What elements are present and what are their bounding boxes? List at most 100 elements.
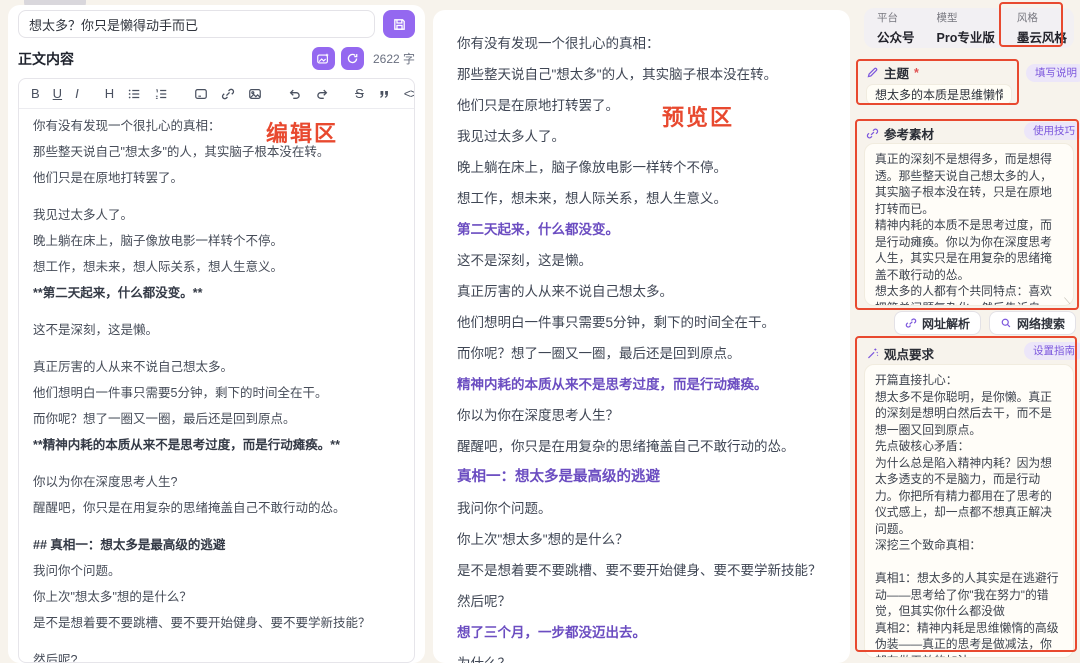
url-parse-label: 网址解析 xyxy=(922,315,970,332)
editor-toolbar: BUI H S <> xyxy=(19,79,414,109)
preview-paragraph: 然后呢？ xyxy=(457,592,826,611)
topic-input[interactable] xyxy=(866,84,1012,105)
required-mark: * xyxy=(914,66,919,80)
link-icon[interactable] xyxy=(221,86,235,102)
editor-content[interactable]: 你有没有发现一个很扎心的真相： 那些整天说自己"想太多"的人，其实脑子根本没在转。… xyxy=(19,109,414,662)
strikethrough-icon[interactable]: S xyxy=(355,86,364,102)
viewpoint-guide-button[interactable]: 设置指南 xyxy=(1024,342,1080,360)
ai-image-button[interactable] xyxy=(312,47,335,70)
editor-line: 醒醒吧，你只是在用复杂的思绪掩盖自己不敢行动的怂。 xyxy=(33,500,400,517)
underline-icon[interactable]: U xyxy=(53,86,62,102)
title-row xyxy=(18,10,415,38)
editor-line xyxy=(33,196,400,198)
save-button[interactable] xyxy=(383,10,415,38)
redo-icon[interactable] xyxy=(315,86,329,102)
search-icon xyxy=(1000,317,1012,329)
pencil-icon xyxy=(866,66,879,79)
topic-help-button[interactable]: 填写说明 xyxy=(1026,64,1080,82)
preview-paragraph: 你以为你在深度思考人生？ xyxy=(457,406,826,425)
viewpoint-header: 观点要求 xyxy=(866,344,934,363)
preview-paragraph: 想工作，想未来，想人际关系，想人生意义。 xyxy=(457,189,826,208)
preview-panel: 你有没有发现一个很扎心的真相：那些整天说自己"想太多"的人，其实脑子根本没在转。… xyxy=(433,10,850,663)
code-block-icon[interactable] xyxy=(194,86,208,102)
viewpoint-textarea[interactable]: 开篇直接扎心： 想太多不是你聪明，是你懒。真正的深刻是想明白然后去干，而不是想一… xyxy=(864,364,1074,658)
topic-header: 主题 * xyxy=(866,63,919,82)
preview-paragraph: 是不是想着要不要跳槽、要不要开始健身、要不要学新技能？ xyxy=(457,561,826,580)
preview-paragraph: 他们想明白一件事只需要5分钟，剩下的时间全在干。 xyxy=(457,313,826,332)
link-icon xyxy=(866,127,879,140)
model-value: Pro专业版 xyxy=(937,27,995,46)
undo-icon[interactable] xyxy=(288,86,302,102)
resize-grip-icon[interactable]: ⟋ xyxy=(1064,296,1070,307)
editor-line: **精神内耗的本质从来不是思考过度，而是行动瘫痪。** xyxy=(33,437,400,454)
preview-paragraph: 我问你个问题。 xyxy=(457,499,826,518)
meta-style[interactable]: 风格 墨云风格 xyxy=(1017,10,1067,46)
preview-paragraph: 晚上躺在床上，脑子像放电影一样转个不停。 xyxy=(457,158,826,177)
preview-paragraph: 为什么？ xyxy=(457,654,826,663)
ordered-list-icon[interactable] xyxy=(154,86,168,102)
editor-line: 真正厉害的人从来不说自己想太多。 xyxy=(33,359,400,376)
preview-paragraph: 我见过太多人了。 xyxy=(457,127,826,146)
url-parse-button[interactable]: 网址解析 xyxy=(894,311,981,335)
editor-line: 晚上躺在床上，脑子像放电影一样转个不停。 xyxy=(33,233,400,250)
preview-paragraph: 醒醒吧，你只是在用复杂的思绪掩盖自己不敢行动的怂。 xyxy=(457,437,826,456)
editor-line: 然后呢? xyxy=(33,652,400,662)
editor-line xyxy=(33,311,400,313)
editor-panel: 正文内容 2622 字 B xyxy=(8,5,425,663)
inline-code-icon[interactable]: <> xyxy=(404,86,415,102)
platform-label: 平台 xyxy=(877,10,915,25)
editor-line: **第二天起来，什么都没变。** xyxy=(33,285,400,302)
preview-paragraph: 这不是深刻，这是懒。 xyxy=(457,251,826,270)
bold-icon[interactable]: B xyxy=(31,86,40,102)
magic-wand-icon xyxy=(866,347,879,360)
editor-line: 那些整天说自己"想太多"的人，其实脑子根本没在转。 xyxy=(33,144,400,161)
editor-line: 想工作，想未来，想人际关系，想人生意义。 xyxy=(33,259,400,276)
save-icon xyxy=(392,17,407,32)
editor-line: 我见过太多人了。 xyxy=(33,207,400,224)
regenerate-button[interactable] xyxy=(341,47,364,70)
editor-line xyxy=(33,526,400,528)
web-search-label: 网络搜索 xyxy=(1017,315,1065,332)
generation-meta-card: 平台 公众号 模型 Pro专业版 风格 墨云风格 xyxy=(864,8,1074,48)
word-count: 2622 字 xyxy=(373,50,415,67)
preview-paragraph: 想了三个月，一步都没迈出去。 xyxy=(457,623,826,642)
editor-line: ## 真相一：想太多是最高级的逃避 xyxy=(33,537,400,554)
model-label: 模型 xyxy=(937,10,995,25)
reference-textarea[interactable]: 真正的深刻不是想得多，而是想得透。那些整天说自己想太多的人，其实脑子根本没在转，… xyxy=(864,143,1074,306)
article-title-input[interactable] xyxy=(18,10,375,38)
style-value: 墨云风格 xyxy=(1017,27,1067,46)
style-label: 风格 xyxy=(1017,10,1067,25)
preview-paragraph: 而你呢？想了一圈又一圈，最后还是回到原点。 xyxy=(457,344,826,363)
image-sparkle-icon xyxy=(316,52,330,66)
viewpoint-label: 观点要求 xyxy=(884,344,934,363)
editor-line xyxy=(33,463,400,465)
italic-icon[interactable]: I xyxy=(75,86,79,102)
editor-line: 是不是想着要不要跳槽、要不要开始健身、要不要学新技能？ xyxy=(33,615,400,632)
preview-paragraph: 你上次"想太多"想的是什么？ xyxy=(457,530,826,549)
preview-paragraph: 你有没有发现一个很扎心的真相： xyxy=(457,34,826,53)
web-search-button[interactable]: 网络搜索 xyxy=(989,311,1076,335)
preview-paragraph: 真相一：想太多是最高级的逃避 xyxy=(457,468,826,487)
editor-line: 这不是深刻，这是懒。 xyxy=(33,322,400,339)
reference-header: 参考素材 xyxy=(866,124,934,143)
bullet-list-icon[interactable] xyxy=(127,86,141,102)
editor-line: 而你呢？想了一圈又一圈，最后还是回到原点。 xyxy=(33,411,400,428)
editor-box: BUI H S <> 你有没有发现一个很扎心的真相： 那些整天说自己"想太多"的人，其实… xyxy=(18,78,415,663)
body-section-label: 正文内容 xyxy=(18,49,74,69)
preview-paragraph: 真正厉害的人从来不说自己想太多。 xyxy=(457,282,826,301)
reference-tips-button[interactable]: 使用技巧 xyxy=(1024,122,1080,140)
refresh-icon xyxy=(346,52,359,65)
heading-icon[interactable]: H xyxy=(105,86,114,102)
preview-paragraph: 第二天起来，什么都没变。 xyxy=(457,220,826,239)
editor-line: 你以为你在深度思考人生? xyxy=(33,474,400,491)
reference-label: 参考素材 xyxy=(884,124,934,143)
platform-value: 公众号 xyxy=(877,27,915,46)
quote-icon[interactable] xyxy=(377,86,391,102)
reference-tools-row: 网址解析 网络搜索 xyxy=(864,311,1076,335)
meta-model[interactable]: 模型 Pro专业版 xyxy=(937,10,995,46)
editor-line: 你上次"想太多"想的是什么？ xyxy=(33,589,400,606)
meta-platform[interactable]: 平台 公众号 xyxy=(877,10,915,46)
editor-line: 你有没有发现一个很扎心的真相： xyxy=(33,118,400,135)
image-icon[interactable] xyxy=(248,86,262,102)
editor-line: 他们想明白一件事只需要5分钟，剩下的时间全在干。 xyxy=(33,385,400,402)
